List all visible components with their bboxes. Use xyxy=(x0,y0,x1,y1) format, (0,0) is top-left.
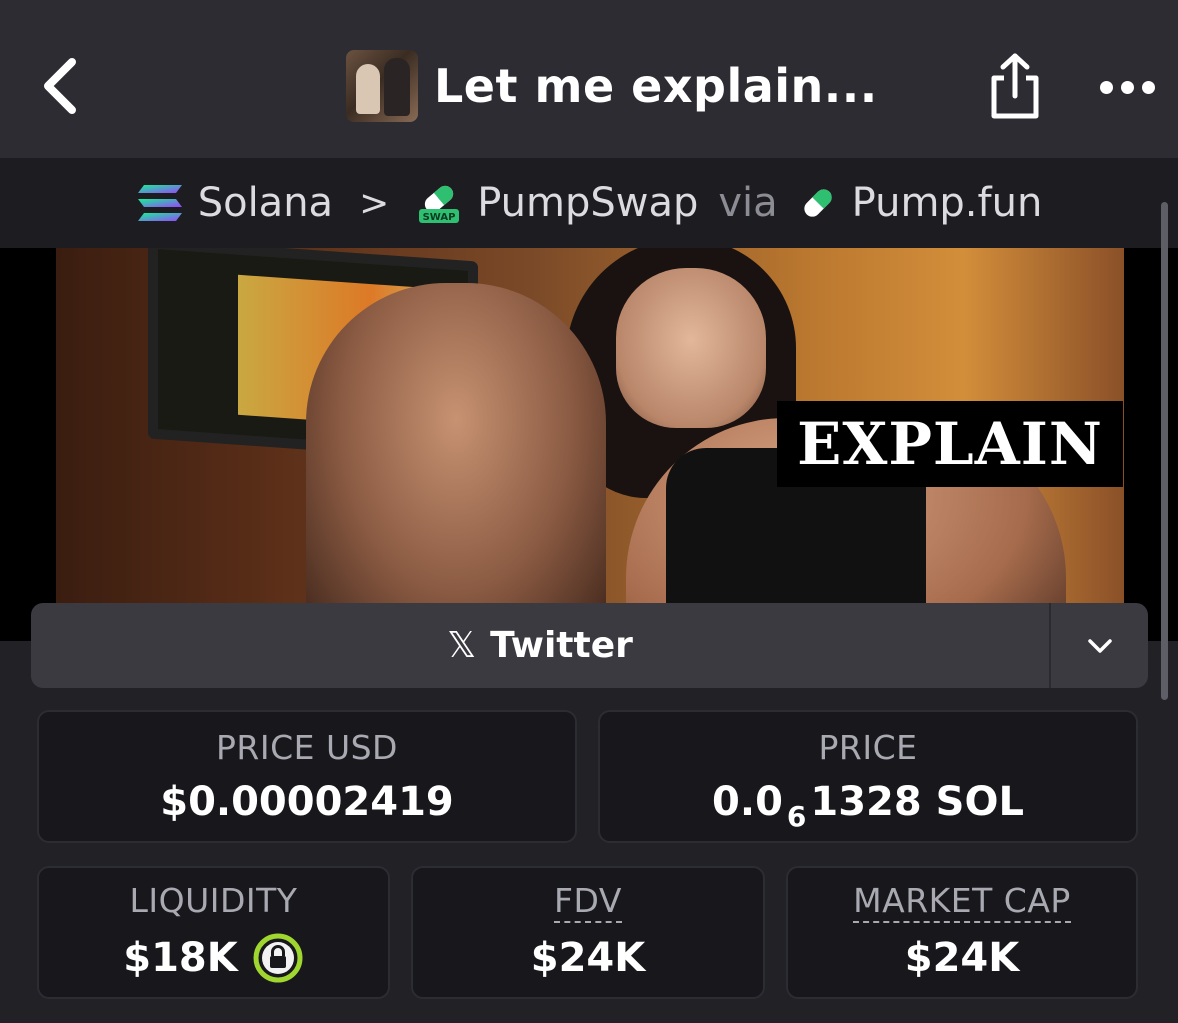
fdv-value: $24K xyxy=(530,934,646,981)
more-icon xyxy=(1100,80,1113,94)
scrollbar[interactable] xyxy=(1161,202,1168,700)
solana-icon xyxy=(137,185,182,221)
breadcrumb-separator: > xyxy=(359,182,390,224)
price-native-value: 0.0 6 1328 SOL xyxy=(712,779,1024,833)
share-icon xyxy=(991,53,1039,119)
back-chevron-icon xyxy=(44,58,76,114)
price-native-zero-count: 6 xyxy=(786,799,807,833)
price-native-prefix: 0.0 xyxy=(712,779,783,825)
more-button[interactable] xyxy=(1100,70,1158,104)
liquidity-label: LIQUIDITY xyxy=(129,881,298,920)
back-button[interactable] xyxy=(36,56,88,116)
pill-icon xyxy=(804,189,832,217)
x-icon: 𝕏 xyxy=(447,625,477,666)
pumpswap-icon: SWAP xyxy=(419,185,460,223)
token-avatar xyxy=(346,50,418,122)
fdv-label[interactable]: FDV xyxy=(554,884,622,923)
social-links-bar: 𝕏 Twitter xyxy=(31,603,1148,688)
links-dropdown-button[interactable] xyxy=(1051,603,1148,688)
banner-overlay-text: EXPLAIN xyxy=(797,410,1103,478)
chevron-down-icon xyxy=(1087,638,1112,653)
price-usd-label: PRICE USD xyxy=(216,728,398,767)
price-native-card: PRICE 0.0 6 1328 SOL xyxy=(598,710,1138,843)
liquidity-value-row: $18K xyxy=(123,932,304,984)
banner-overlay-label: EXPLAIN xyxy=(777,401,1123,487)
price-native-suffix: 1328 SOL xyxy=(810,779,1024,825)
share-button[interactable] xyxy=(986,52,1044,122)
lock-icon[interactable] xyxy=(252,932,304,984)
token-title: Let me explain... xyxy=(346,50,878,122)
price-usd-value: $0.00002419 xyxy=(160,779,454,825)
market-cap-label[interactable]: MARKET CAP xyxy=(853,884,1071,923)
breadcrumb-dex[interactable]: PumpSwap xyxy=(477,180,698,226)
swap-badge-text: SWAP xyxy=(423,212,456,223)
market-cap-card: MARKET CAP $24K xyxy=(786,866,1138,999)
fdv-card: FDV $24K xyxy=(411,866,765,999)
breadcrumb-launchpad[interactable]: Pump.fun xyxy=(852,180,1043,226)
breadcrumb-via: via xyxy=(718,180,778,226)
liquidity-value: $18K xyxy=(123,935,238,981)
top-bar: Let me explain... xyxy=(0,0,1178,158)
page-title: Let me explain... xyxy=(434,59,878,113)
price-usd-card: PRICE USD $0.00002419 xyxy=(37,710,577,843)
twitter-button[interactable]: 𝕏 Twitter xyxy=(31,603,1049,688)
twitter-label: Twitter xyxy=(490,625,633,666)
price-native-label: PRICE xyxy=(818,728,918,767)
breadcrumb: Solana > SWAP PumpSwap via Pump.fun xyxy=(0,158,1178,248)
liquidity-card: LIQUIDITY $18K xyxy=(37,866,390,999)
breadcrumb-chain[interactable]: Solana xyxy=(198,180,333,226)
market-cap-value: $24K xyxy=(904,934,1020,981)
